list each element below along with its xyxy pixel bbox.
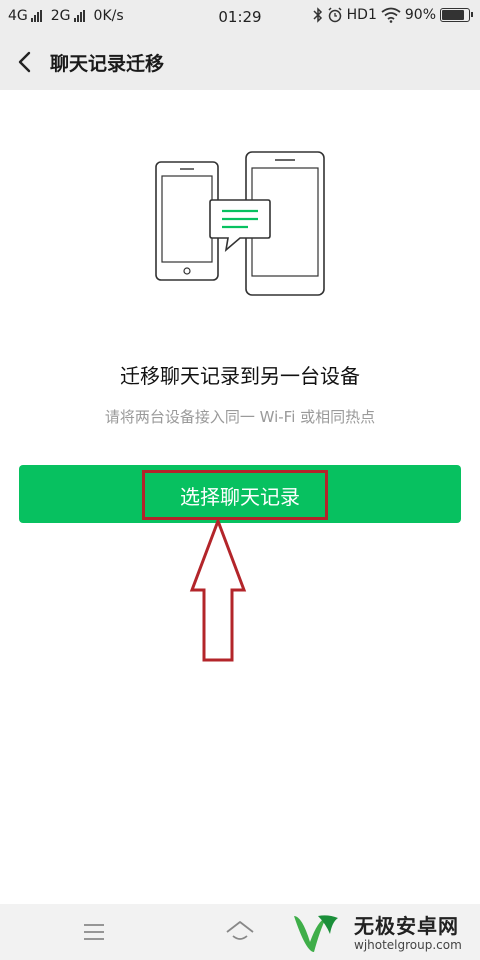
battery-percent: 90% — [404, 7, 436, 23]
alarm-icon — [328, 7, 342, 23]
transfer-heading: 迁移聊天记录到另一台设备 — [120, 364, 360, 388]
bluetooth-icon — [313, 7, 322, 23]
transfer-hint: 请将两台设备接入同一 Wi-Fi 或相同热点 — [104, 408, 376, 426]
status-bar: 4G 2G 0K/s 01:29 HD1 90% — [0, 0, 480, 34]
menu-button[interactable] — [82, 921, 106, 943]
home-button[interactable] — [224, 918, 256, 946]
battery-level — [442, 10, 464, 20]
battery-icon — [440, 8, 473, 22]
watermark-logo-icon — [294, 915, 338, 952]
annotation-highlight-box — [142, 470, 328, 520]
back-arrow-icon — [18, 51, 31, 73]
menu-icon — [84, 924, 104, 940]
title-bar: 聊天记录迁移 — [0, 34, 480, 90]
annotation-arrow-icon — [189, 518, 247, 662]
wifi-icon — [381, 7, 401, 23]
watermark: 无极安卓网 wjhotelgroup.com — [288, 908, 478, 958]
devices-transfer-illustration — [155, 151, 325, 296]
watermark-url: wjhotelgroup.com — [354, 938, 462, 952]
status-right: HD1 90% — [313, 7, 473, 23]
page-title: 聊天记录迁移 — [50, 53, 165, 75]
watermark-name: 无极安卓网 — [354, 914, 459, 938]
back-button[interactable] — [12, 48, 40, 76]
home-icon — [226, 921, 254, 940]
hd-label: HD1 — [346, 7, 377, 23]
